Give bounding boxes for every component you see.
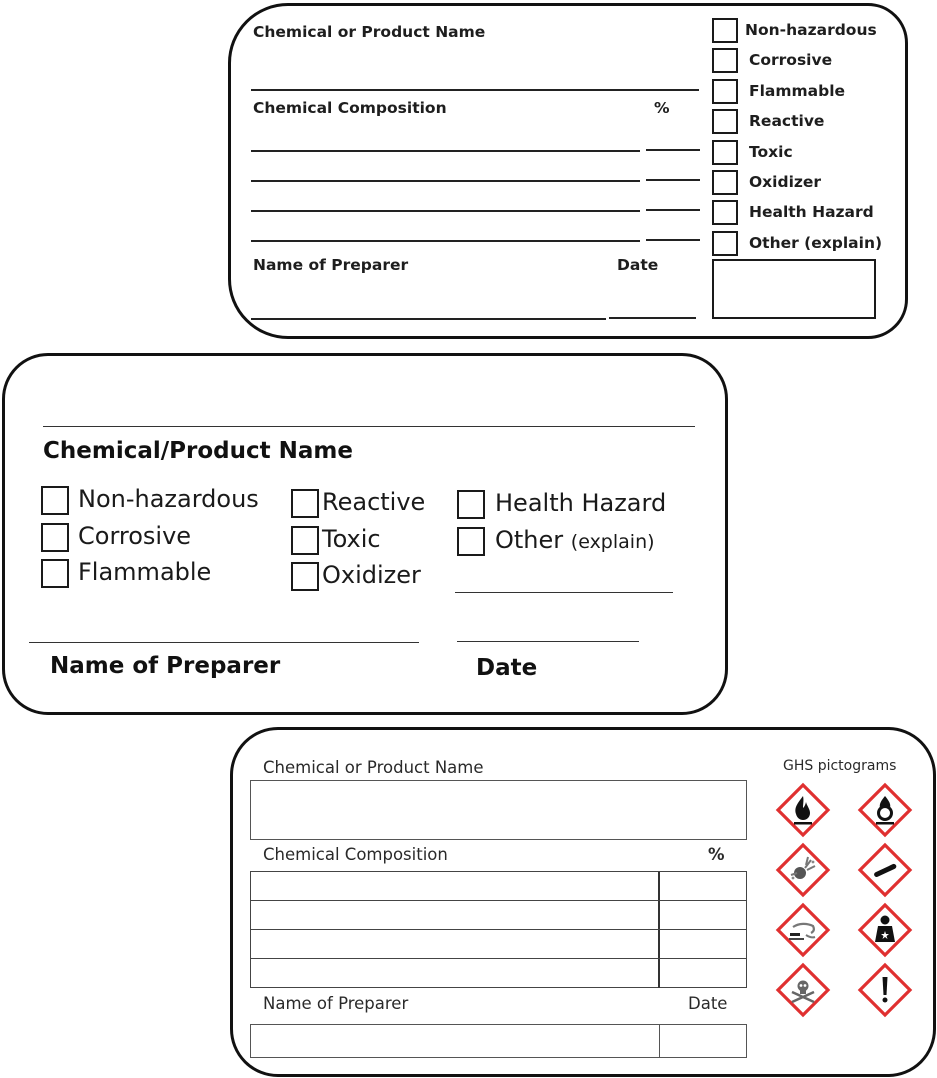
product-name-label: Chemical or Product Name bbox=[253, 23, 486, 41]
preparer-label: Name of Preparer bbox=[253, 256, 409, 274]
other-explain-line[interactable] bbox=[455, 592, 673, 593]
hazard-checkbox[interactable] bbox=[41, 559, 69, 588]
composition-line-2[interactable] bbox=[251, 180, 640, 182]
composition-percent-cell[interactable] bbox=[660, 872, 746, 900]
explain-suffix: (explain) bbox=[570, 530, 655, 553]
hazard-checkbox[interactable] bbox=[712, 230, 738, 256]
hazard-label: Reactive bbox=[322, 488, 425, 516]
flame-over-circle-icon bbox=[857, 782, 913, 838]
label-card-3: Chemical or Product Name Chemical Compos… bbox=[230, 727, 936, 1077]
preparer-field[interactable] bbox=[250, 1024, 661, 1058]
percent-label: % bbox=[708, 845, 725, 864]
hazard-label: Toxic bbox=[749, 142, 793, 161]
composition-row bbox=[251, 872, 746, 901]
composition-percent-cell[interactable] bbox=[660, 901, 746, 929]
hazard-checkbox[interactable] bbox=[712, 139, 738, 165]
date-line[interactable] bbox=[457, 641, 639, 642]
composition-label: Chemical Composition bbox=[263, 845, 448, 864]
label-card-1: Chemical or Product Name Chemical Compos… bbox=[228, 3, 908, 339]
composition-line-1[interactable] bbox=[251, 150, 640, 152]
hazard-checkbox[interactable] bbox=[457, 526, 485, 556]
percent-line-1[interactable] bbox=[646, 149, 700, 151]
preparer-label: Name of Preparer bbox=[263, 994, 409, 1013]
hazard-checkbox[interactable] bbox=[457, 490, 485, 519]
percent-line-2[interactable] bbox=[646, 179, 700, 181]
gas-cylinder-icon bbox=[857, 842, 913, 898]
hazard-label-text: Other bbox=[495, 525, 564, 554]
hazard-label: Reactive bbox=[749, 112, 825, 131]
hazard-label: Flammable bbox=[749, 81, 846, 100]
corrosion-icon bbox=[775, 902, 831, 958]
hazard-checkbox[interactable] bbox=[712, 48, 738, 74]
hazard-label: Non-hazardous bbox=[78, 485, 259, 513]
composition-table bbox=[250, 871, 747, 988]
hazard-label: Non-hazardous bbox=[745, 21, 877, 39]
flame-icon bbox=[775, 782, 831, 838]
hazard-label-text: Health Hazard bbox=[495, 489, 667, 517]
hazard-label-text: Flammable bbox=[78, 558, 212, 586]
hazard-checkbox[interactable] bbox=[291, 562, 319, 591]
hazard-label: Health Hazard bbox=[749, 203, 874, 222]
hazard-label-text: Reactive bbox=[322, 488, 426, 516]
composition-label: Chemical Composition bbox=[253, 99, 447, 117]
composition-percent-cell[interactable] bbox=[660, 930, 746, 958]
hazard-label: Other (explain) bbox=[749, 233, 883, 252]
composition-row bbox=[251, 930, 746, 959]
hazard-label-text: Oxidizer bbox=[322, 561, 421, 589]
hazard-checkbox[interactable] bbox=[291, 489, 319, 518]
composition-name-cell[interactable] bbox=[251, 959, 660, 988]
ghs-title: GHS pictograms bbox=[783, 758, 897, 774]
hazard-checkbox[interactable] bbox=[712, 109, 738, 135]
preparer-label: Name of Preparer bbox=[50, 653, 281, 679]
hazard-checkbox[interactable] bbox=[712, 18, 738, 43]
product-name-line[interactable] bbox=[43, 426, 695, 427]
hazard-label: Corrosive bbox=[78, 522, 191, 550]
composition-line-3[interactable] bbox=[251, 210, 640, 212]
hazard-checkbox[interactable] bbox=[41, 522, 69, 552]
label-card-2: Chemical/Product Name Non-hazardous Corro… bbox=[2, 353, 728, 715]
composition-percent-cell[interactable] bbox=[660, 959, 746, 988]
percent-label: % bbox=[654, 99, 670, 117]
skull-crossbones-icon bbox=[775, 962, 831, 1018]
date-label: Date bbox=[688, 994, 728, 1013]
hazard-label: Corrosive bbox=[749, 51, 833, 70]
date-line[interactable] bbox=[609, 317, 696, 319]
product-name-field[interactable] bbox=[250, 780, 747, 840]
hazard-checkbox[interactable] bbox=[291, 525, 319, 555]
hazard-label: Flammable bbox=[78, 558, 211, 586]
composition-row bbox=[251, 959, 746, 988]
hazard-label-text: Toxic bbox=[322, 524, 381, 553]
exclamation-mark-icon bbox=[857, 962, 913, 1018]
hazard-label-text: Non-hazardous bbox=[78, 485, 259, 513]
product-name-label: Chemical/Product Name bbox=[43, 438, 353, 464]
date-label: Date bbox=[617, 256, 659, 274]
hazard-label: Oxidizer bbox=[322, 561, 421, 589]
preparer-line[interactable] bbox=[29, 642, 419, 643]
product-name-label: Chemical or Product Name bbox=[263, 758, 484, 777]
hazard-checkbox[interactable] bbox=[712, 78, 738, 104]
composition-name-cell[interactable] bbox=[251, 930, 660, 958]
composition-row bbox=[251, 901, 746, 930]
hazard-checkbox[interactable] bbox=[712, 200, 738, 226]
product-name-line[interactable] bbox=[251, 89, 699, 91]
composition-line-4[interactable] bbox=[251, 240, 640, 242]
composition-name-cell[interactable] bbox=[251, 872, 660, 900]
date-field[interactable] bbox=[659, 1024, 747, 1058]
preparer-line[interactable] bbox=[251, 318, 606, 320]
date-label: Date bbox=[476, 655, 538, 681]
percent-line-4[interactable] bbox=[646, 239, 700, 241]
composition-name-cell[interactable] bbox=[251, 901, 660, 929]
exploding-bomb-icon bbox=[775, 842, 831, 898]
hazard-checkbox[interactable] bbox=[712, 170, 738, 195]
hazard-label-text: Corrosive bbox=[78, 521, 192, 550]
hazard-label: Toxic bbox=[322, 525, 381, 553]
hazard-label: Oxidizer bbox=[749, 173, 822, 191]
health-hazard-icon bbox=[857, 902, 913, 958]
hazard-label: Health Hazard bbox=[495, 489, 666, 517]
percent-line-3[interactable] bbox=[646, 209, 700, 211]
hazard-checkbox[interactable] bbox=[41, 486, 69, 515]
hazard-label: Other (explain) bbox=[495, 526, 655, 554]
other-explain-box[interactable] bbox=[712, 259, 876, 319]
